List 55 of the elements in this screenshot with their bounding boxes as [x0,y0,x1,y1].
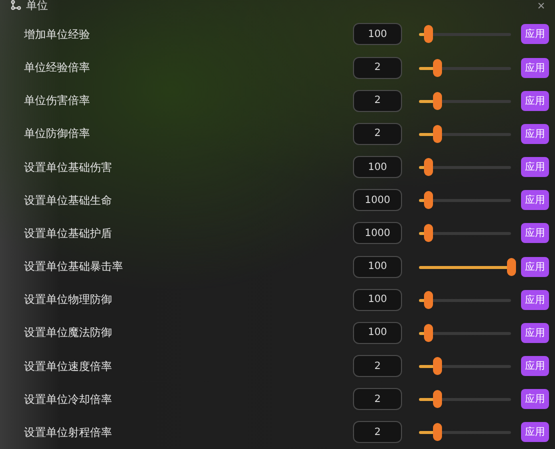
value-field[interactable]: 2 [353,388,402,410]
slider-thumb[interactable] [507,258,516,276]
slider-thumb[interactable] [424,191,434,210]
apply-button[interactable]: 应用 [521,422,549,442]
value-field[interactable]: 2 [353,90,402,112]
value-field[interactable]: 2 [353,56,402,79]
setting-label: 设置单位魔法防御 [24,325,113,340]
apply-button[interactable]: 应用 [521,124,549,144]
apply-button[interactable]: 应用 [521,223,549,244]
slider-thumb[interactable] [433,58,442,77]
apply-button[interactable]: 应用 [521,256,549,277]
slider-thumb[interactable] [433,390,442,408]
setting-label: 设置单位冷却倍率 [24,392,113,407]
setting-label: 设置单位基础伤害 [24,160,113,175]
value-field[interactable]: 2 [353,355,402,378]
nodes-icon [11,0,21,10]
close-button[interactable]: × [537,0,545,12]
slider-thumb[interactable] [424,25,434,44]
setting-label: 单位经验倍率 [24,60,91,76]
apply-button[interactable]: 应用 [521,389,549,410]
slider-thumb[interactable] [424,224,434,242]
apply-button[interactable]: 应用 [521,356,549,376]
panel-title: 单位 [26,0,48,12]
value-field[interactable]: 2 [353,122,402,145]
apply-button[interactable]: 应用 [521,290,549,310]
setting-label: 增加单位经验 [24,26,91,42]
slider-thumb[interactable] [424,158,434,176]
slider-thumb[interactable] [424,324,434,342]
apply-button[interactable]: 应用 [521,24,549,44]
value-field[interactable]: 100 [353,156,402,178]
slider-thumb[interactable] [433,124,442,143]
slider-thumb[interactable] [424,290,434,309]
apply-button[interactable]: 应用 [521,190,549,210]
setting-label: 单位防御倍率 [24,126,91,142]
value-field[interactable]: 2 [353,421,402,444]
setting-label: 设置单位速度倍率 [24,358,113,374]
setting-label: 设置单位基础暴击率 [24,259,124,274]
apply-button[interactable]: 应用 [521,90,549,111]
apply-button[interactable]: 应用 [521,157,549,178]
value-field[interactable]: 1000 [353,189,402,212]
apply-button[interactable]: 应用 [521,322,549,343]
value-field[interactable]: 100 [353,256,402,278]
setting-label: 设置单位射程倍率 [24,424,113,440]
value-field[interactable]: 1000 [353,222,402,244]
setting-label: 设置单位物理防御 [24,292,113,308]
slider-thumb[interactable] [433,92,442,110]
setting-label: 设置单位基础护盾 [24,226,113,241]
value-field[interactable]: 100 [353,288,402,311]
setting-label: 单位伤害倍率 [24,93,91,108]
value-field[interactable]: 100 [353,23,402,46]
slider-thumb[interactable] [433,357,442,376]
apply-button[interactable]: 应用 [521,58,549,78]
slider-thumb[interactable] [433,423,442,442]
setting-label: 设置单位基础生命 [24,192,113,208]
value-field[interactable]: 100 [353,322,402,344]
